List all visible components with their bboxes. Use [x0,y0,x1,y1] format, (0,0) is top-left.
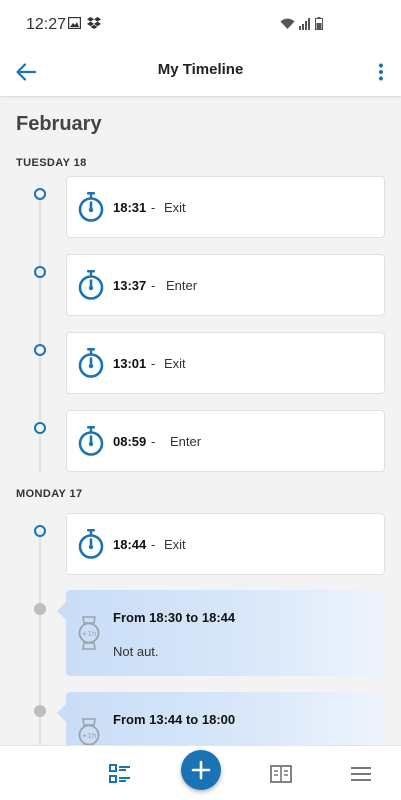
timeline-dot [34,422,46,434]
event-time: 13:01 [113,355,147,371]
status-time: 12:27 [26,16,67,33]
absence-range: From 18:30 to 18:44 [113,610,236,625]
event-action: Exit [164,355,186,371]
timeline-event-card[interactable]: 13:01 - Exit [66,332,385,394]
event-action: Enter [166,277,198,293]
timeline-dot [34,344,46,356]
event-time: 08:59 [113,433,147,449]
timeline-dot-inactive [34,705,46,717]
svg-text:+1h: +1h [82,630,97,638]
plus-icon [191,760,211,780]
stopwatch-icon [78,426,104,456]
dropbox-icon [87,17,101,29]
svg-text:+1h: +1h [82,732,97,740]
absence-card[interactable]: +1h From 13:44 to 18:00 [57,692,385,752]
event-separator: - [151,277,156,293]
month-heading: February [16,113,102,135]
absence-status: Not aut. [113,644,159,659]
hamburger-menu-icon [351,767,371,781]
event-separator: - [151,199,156,215]
timeline-event-card[interactable]: 18:31 - Exit [66,176,385,238]
app-bar: My Timeline [0,48,401,96]
day-label: MONDAY 17 [16,488,83,500]
absence-card[interactable]: +1h From 18:30 to 18:44 Not aut. [57,590,385,676]
event-action: Enter [170,433,202,449]
signal-icon [299,17,310,30]
image-notification-icon [68,17,81,29]
stopwatch-icon [78,348,104,378]
event-action: Exit [164,536,186,552]
event-time: 18:31 [113,199,147,215]
report-icon [270,765,292,783]
timeline-dot [34,188,46,200]
battery-icon [315,17,323,30]
status-notification-icons [68,17,101,29]
stopwatch-icon [78,192,104,222]
wifi-icon [280,18,295,29]
nav-timeline-button[interactable] [108,762,132,786]
stopwatch-icon [78,270,104,300]
more-vert-icon [379,63,383,81]
timeline-list-icon [109,764,130,783]
event-action: Exit [164,199,186,215]
timeline-event-card[interactable]: 13:37 - Enter [66,254,385,316]
event-separator: - [151,536,156,552]
timeline-event-card[interactable]: 08:59 - Enter [66,410,385,472]
event-separator: - [151,355,156,371]
status-system-icons [280,17,323,30]
watch-icon: +1h [78,616,100,650]
status-bar: 12:27 [0,0,401,48]
event-time: 18:44 [113,536,147,552]
nav-reports-button[interactable] [269,762,293,786]
more-options-button[interactable] [373,58,389,86]
absence-range: From 13:44 to 18:00 [113,712,236,727]
timeline-dot-inactive [34,603,46,615]
event-time: 13:37 [113,277,147,293]
page-title: My Timeline [157,61,244,78]
stopwatch-icon [78,529,104,559]
timeline-event-card[interactable]: 18:44 - Exit [66,513,385,575]
nav-menu-button[interactable] [349,762,373,786]
timeline-dot [34,525,46,537]
event-separator: - [151,433,156,449]
timeline-dot [34,266,46,278]
day-label: TUESDAY 18 [16,157,87,169]
add-button[interactable] [181,750,221,790]
